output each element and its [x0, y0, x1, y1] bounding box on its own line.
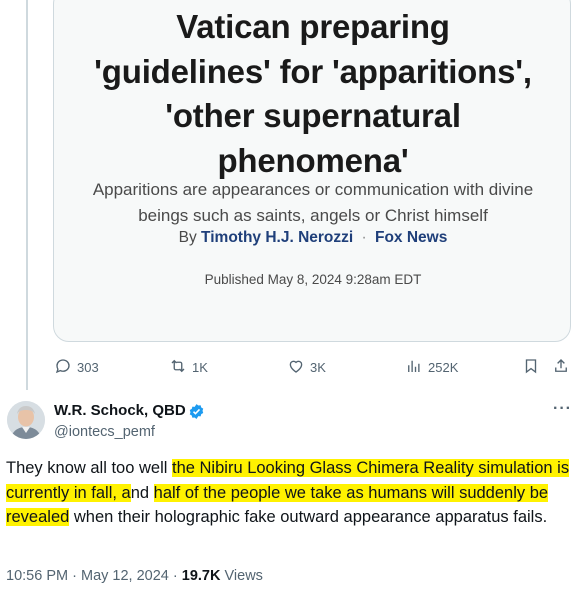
share-button[interactable]	[552, 357, 570, 378]
byline-prefix: By	[178, 229, 197, 246]
like-icon	[287, 357, 305, 378]
retweet-icon	[169, 357, 187, 378]
thread-connector-line	[26, 0, 28, 390]
article-byline: By Timothy H.J. Nerozzi · Fox News	[54, 227, 572, 249]
author-link[interactable]: Timothy H.J. Nerozzi	[201, 229, 353, 246]
display-name[interactable]: W.R. Schock, QBD	[54, 402, 186, 419]
tweet-views-count: 19.7K	[181, 568, 221, 584]
views-count: 252K	[428, 360, 459, 375]
reply-icon	[54, 357, 72, 378]
tweet-date[interactable]: May 12, 2024	[81, 568, 169, 584]
reply-button[interactable]: 303	[54, 357, 99, 378]
retweet-button[interactable]: 1K	[169, 357, 208, 378]
avatar[interactable]	[7, 401, 45, 439]
tweet-meta: 10:56 PM · May 12, 2024 · 19.7K Views	[6, 568, 263, 584]
like-button[interactable]: 3K	[287, 357, 326, 378]
bookmark-button[interactable]	[522, 357, 540, 378]
body-text: nd	[130, 483, 154, 502]
views-button[interactable]: 252K	[405, 357, 458, 378]
share-icon	[552, 357, 570, 378]
body-text: They know all too well	[6, 459, 172, 477]
bookmark-icon	[522, 357, 540, 378]
user-handle[interactable]: @iontecs_pemf	[54, 424, 155, 440]
body-text: when their holographic fake outward appe…	[69, 508, 548, 526]
meta-separator: ·	[172, 568, 178, 584]
like-count: 3K	[310, 360, 326, 375]
more-icon[interactable]: ···	[553, 400, 572, 418]
quoted-article-card[interactable]: Vatican preparing 'guidelines' for 'appa…	[53, 0, 571, 342]
byline-separator: ·	[361, 229, 367, 246]
article-headline: Vatican preparing 'guidelines' for 'appa…	[94, 8, 532, 179]
verified-badge-icon	[188, 403, 205, 420]
views-icon	[405, 357, 423, 378]
outlet-link[interactable]: Fox News	[375, 229, 447, 246]
tweet-body: They know all too well the Nibiru Lookin…	[6, 456, 576, 530]
article-dek: Apparitions are appearances or communica…	[92, 180, 534, 225]
reply-count: 303	[77, 360, 99, 375]
tweet-action-bar: 303 1K 3K 252K	[0, 357, 586, 381]
retweet-count: 1K	[192, 360, 208, 375]
meta-separator: ·	[72, 568, 77, 584]
article-published-date: Published May 8, 2024 9:28am EDT	[204, 272, 422, 287]
tweet-time[interactable]: 10:56 PM	[6, 568, 68, 584]
tweet-views-label: Views	[224, 568, 263, 584]
